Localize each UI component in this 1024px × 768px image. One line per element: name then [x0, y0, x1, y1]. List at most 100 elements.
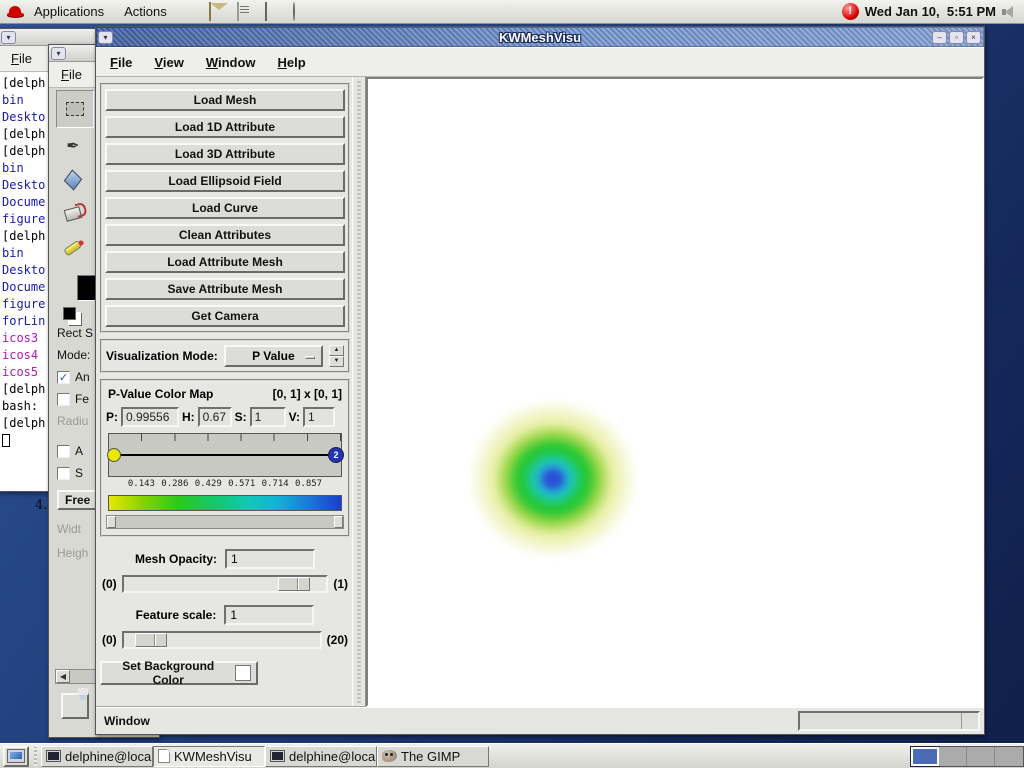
- window-menu-icon[interactable]: ▾: [1, 31, 16, 44]
- kwmeshvisu-window[interactable]: ▾ KWMeshVisu – ▫ × File View Window Help…: [95, 26, 985, 735]
- s-value-field[interactable]: [250, 407, 286, 427]
- colormap-gradient-bar: [108, 495, 342, 511]
- screen-launcher[interactable]: [265, 3, 285, 21]
- spin-down-icon[interactable]: ▼: [329, 356, 344, 367]
- s-label: S:: [235, 410, 247, 424]
- range-right-handle[interactable]: [334, 516, 343, 528]
- shear-icon: [64, 169, 82, 190]
- set-background-color-button[interactable]: Set Background Color: [100, 661, 258, 685]
- clean-attributes-button[interactable]: Clean Attributes: [105, 224, 345, 246]
- impress-launcher[interactable]: [293, 3, 313, 21]
- app-titlebar[interactable]: ▾ KWMeshVisu – ▫ ×: [96, 27, 984, 47]
- gimp-menu-file[interactable]: File: [49, 67, 94, 82]
- render-viewport[interactable]: [366, 77, 984, 707]
- mail-launcher[interactable]: [209, 3, 229, 21]
- window-menu-icon[interactable]: ▾: [51, 47, 66, 60]
- paths-tool[interactable]: ✒: [56, 130, 90, 162]
- mail-icon: [209, 2, 211, 21]
- update-alert-icon[interactable]: !: [842, 3, 859, 20]
- applications-menu[interactable]: Applications: [24, 4, 114, 19]
- task-label: The GIMP: [401, 749, 460, 764]
- visualization-mode-spinner[interactable]: ▲ ▼: [329, 345, 344, 367]
- pane-divider[interactable]: [352, 77, 366, 707]
- task-label: delphine@loca: [65, 749, 151, 764]
- task-kwmeshvisu[interactable]: KWMeshVisu: [153, 746, 265, 767]
- function-line: [111, 454, 339, 456]
- visualization-mode-dropdown[interactable]: P Value: [224, 345, 323, 367]
- yellow-handle[interactable]: [107, 448, 121, 462]
- mesh-sphere: [374, 90, 978, 694]
- checkbox-icon[interactable]: [57, 393, 70, 406]
- tick-marks: [109, 434, 341, 441]
- browser-launcher[interactable]: [181, 3, 201, 21]
- scroll-left-icon[interactable]: ◀: [56, 670, 70, 683]
- range-left-handle[interactable]: [107, 516, 116, 528]
- pen-icon: ✒: [66, 136, 79, 156]
- feature-scale-slider[interactable]: [122, 631, 322, 649]
- spin-up-icon[interactable]: ▲: [329, 345, 344, 356]
- checkbox-icon[interactable]: [57, 467, 70, 480]
- desktop: 4. ▾ File [delph bin Deskto [delph [delp…: [0, 0, 1024, 768]
- clock[interactable]: Wed Jan 10, 5:51 PM: [865, 4, 996, 19]
- tick-labels: 0.143 0.286 0.429 0.571 0.714 0.857: [108, 479, 342, 492]
- load-3d-attribute-button[interactable]: Load 3D Attribute: [105, 143, 345, 165]
- workspace-4[interactable]: [995, 747, 1023, 766]
- get-camera-button[interactable]: Get Camera: [105, 305, 345, 327]
- document-icon: [158, 749, 170, 763]
- mesh-opacity-field[interactable]: [225, 549, 315, 569]
- workspace-switcher: [910, 746, 1024, 767]
- load-curve-button[interactable]: Load Curve: [105, 197, 345, 219]
- window-menu-icon[interactable]: ▾: [98, 31, 113, 44]
- task-terminal-1[interactable]: delphine@loca: [41, 746, 153, 767]
- maximize-icon[interactable]: ▫: [949, 31, 964, 44]
- checkbox-icon[interactable]: [57, 445, 70, 458]
- redhat-menu-icon[interactable]: [7, 5, 24, 19]
- h-value-field[interactable]: [198, 407, 232, 427]
- feature-scale-field[interactable]: [224, 605, 314, 625]
- workspace-2[interactable]: [939, 747, 967, 766]
- mesh-opacity-slider[interactable]: [122, 575, 329, 593]
- writer-launcher[interactable]: [237, 3, 257, 21]
- applet-handle[interactable]: [32, 746, 39, 767]
- tick-label: 0.143: [128, 479, 155, 489]
- close-icon[interactable]: ×: [966, 31, 981, 44]
- opacity-slider-thumb[interactable]: [278, 577, 310, 591]
- volume-icon[interactable]: [1002, 6, 1016, 18]
- load-ellipsoid-field-button[interactable]: Load Ellipsoid Field: [105, 170, 345, 192]
- opacity-min-label: (0): [102, 577, 117, 591]
- app-menubar: File View Window Help: [96, 47, 984, 77]
- feature-slider-thumb[interactable]: [135, 633, 167, 647]
- minimize-icon[interactable]: –: [932, 31, 947, 44]
- default-colors-icon[interactable]: [63, 307, 76, 320]
- load-1d-attribute-button[interactable]: Load 1D Attribute: [105, 116, 345, 138]
- task-gimp[interactable]: The GIMP: [377, 746, 489, 767]
- save-button[interactable]: [61, 693, 89, 719]
- workspace-3[interactable]: [967, 747, 995, 766]
- feature-min-label: (0): [102, 633, 117, 647]
- save-attribute-mesh-button[interactable]: Save Attribute Mesh: [105, 278, 345, 300]
- workspace-1[interactable]: [911, 747, 939, 766]
- desktop-icon: [7, 749, 25, 763]
- transform-tool[interactable]: [56, 164, 90, 196]
- gimp-icon: [382, 750, 397, 762]
- menu-help[interactable]: Help: [272, 55, 312, 70]
- terminal-menu-file[interactable]: File: [0, 51, 44, 66]
- bucket-fill-tool[interactable]: [56, 198, 90, 230]
- load-mesh-button[interactable]: Load Mesh: [105, 89, 345, 111]
- menu-window[interactable]: Window: [200, 55, 262, 70]
- actions-menu[interactable]: Actions: [114, 4, 177, 19]
- show-desktop-button[interactable]: [3, 746, 29, 767]
- blue-handle[interactable]: 2: [328, 447, 344, 463]
- task-terminal-2[interactable]: delphine@loca: [265, 746, 377, 767]
- paintbrush-tool[interactable]: [56, 232, 90, 264]
- top-panel: Applications Actions ! Wed Jan 10, 5:51 …: [0, 0, 1024, 24]
- rect-select-tool[interactable]: [56, 90, 94, 128]
- load-attribute-mesh-button[interactable]: Load Attribute Mesh: [105, 251, 345, 273]
- v-value-field[interactable]: [303, 407, 335, 427]
- p-value-field[interactable]: [121, 407, 179, 427]
- colormap-point-editor[interactable]: 2: [108, 433, 342, 477]
- menu-view[interactable]: View: [148, 55, 189, 70]
- colormap-range-scrollbar[interactable]: [106, 515, 344, 529]
- checkbox-checked-icon[interactable]: ✓: [57, 371, 70, 384]
- menu-file[interactable]: File: [104, 55, 138, 70]
